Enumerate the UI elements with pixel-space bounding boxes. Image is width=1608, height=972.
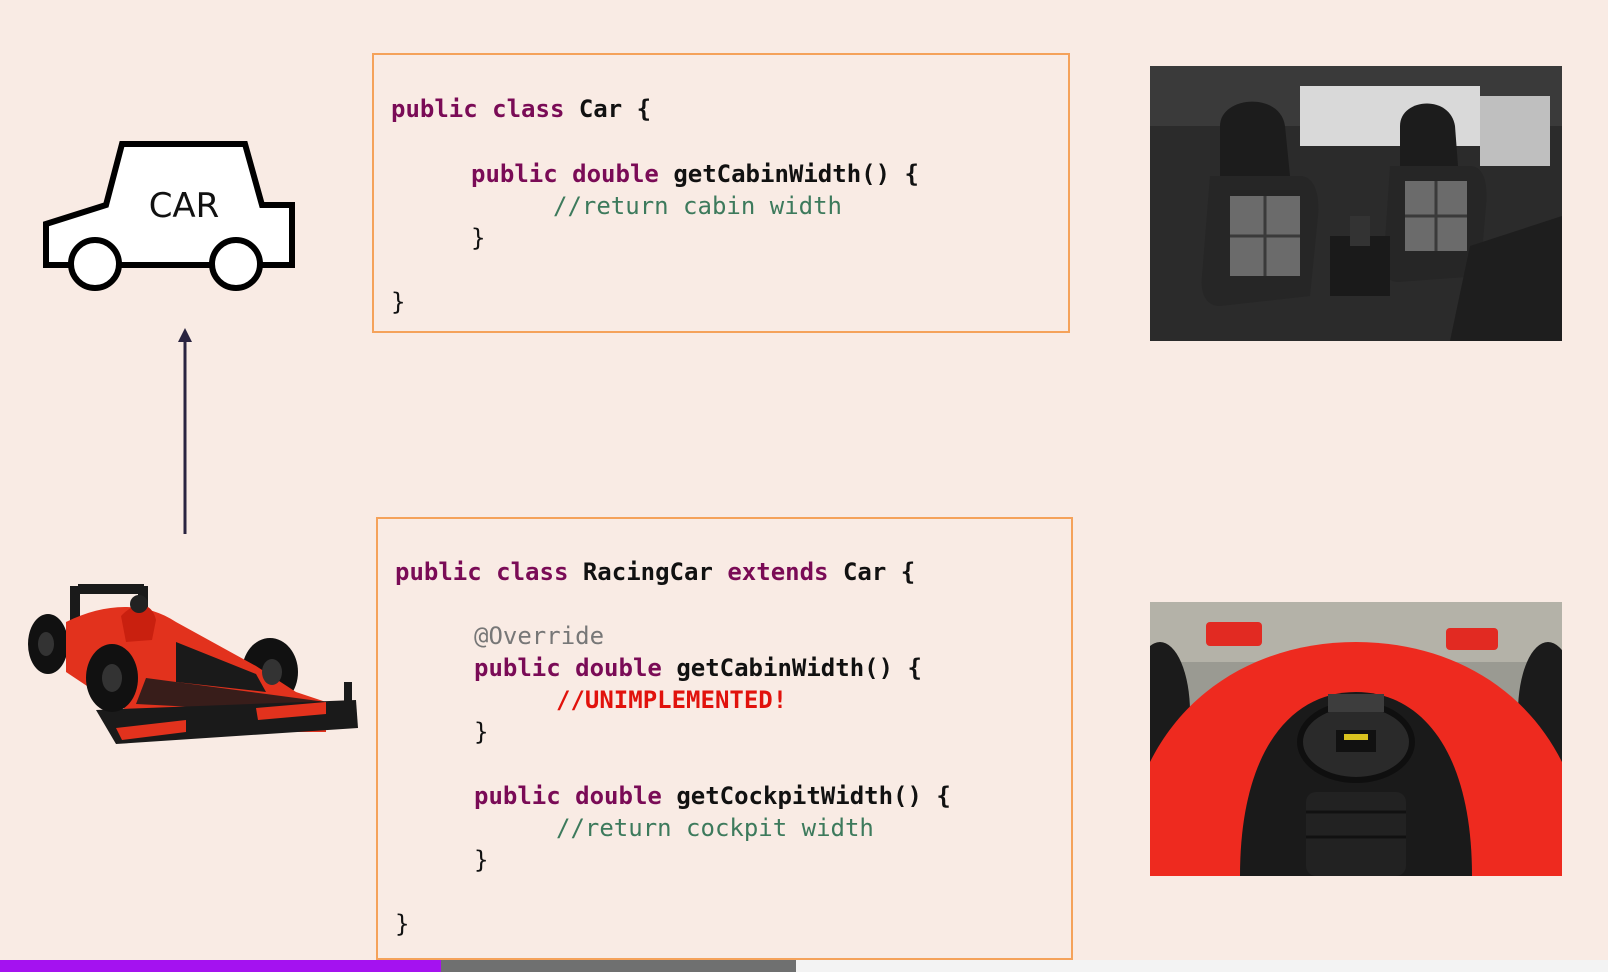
code-line: }: [474, 718, 489, 746]
code-comment-unimplemented: //UNIMPLEMENTED!: [556, 686, 788, 714]
video-progress-bar[interactable]: [0, 960, 1608, 972]
car-interior-photo: [1150, 66, 1562, 341]
inheritance-arrow-icon: [178, 328, 192, 534]
code-line: public class Car {: [391, 95, 652, 123]
progress-played: [0, 960, 441, 972]
code-line: }: [471, 224, 486, 252]
code-comment: //return cabin width: [553, 192, 842, 220]
code-line: }: [395, 910, 410, 938]
car-outline-icon: CAR: [43, 141, 295, 291]
code-line: public double getCockpitWidth() {: [474, 782, 951, 810]
car-class-code-box: public class Car { public double getCabi…: [372, 53, 1070, 333]
code-line: public double getCabinWidth() {: [471, 160, 919, 188]
code-annotation: @Override: [474, 622, 605, 650]
progress-buffered: [441, 960, 796, 972]
car-label: CAR: [149, 186, 220, 226]
code-line: }: [391, 288, 406, 316]
formula-one-car-image: [28, 584, 358, 744]
code-line: }: [474, 846, 489, 874]
racing-car-class-code-box: public class RacingCar extends Car { @Ov…: [376, 517, 1073, 960]
code-line: public double getCabinWidth() {: [474, 654, 922, 682]
code-line: public class RacingCar extends Car {: [395, 558, 916, 586]
code-comment: //return cockpit width: [556, 814, 874, 842]
racing-cockpit-photo: [1150, 602, 1562, 876]
